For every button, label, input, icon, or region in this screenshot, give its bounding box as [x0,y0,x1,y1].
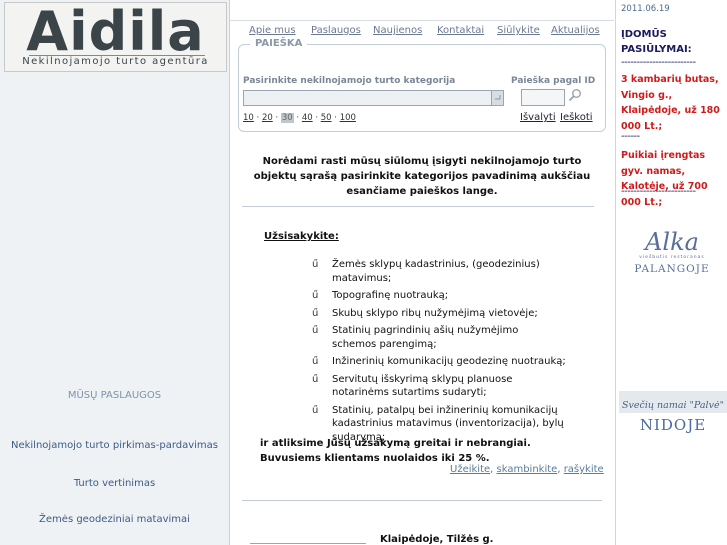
list-item: ű Servitutų išskyrimą sklypų planuose not… [312,373,513,399]
bullet-icon: ű [312,325,319,336]
divider [242,500,602,501]
id-search-label: Paieška pagal ID [511,76,596,86]
top-strip [230,0,614,21]
per-page-40[interactable]: 40 [302,113,313,123]
dash-divider: ------------------------ [621,57,696,68]
bullet-icon: ű [312,356,319,367]
palve-place[interactable]: NIDOJE [619,416,727,434]
category-label: Pasirinkite nekilnojamojo turto kategori… [243,76,456,86]
services-nav-title: MŪSŲ PASLAUGOS [67,390,162,401]
alka-banner[interactable]: Alka viešbutis restoranas PALANGOJE [619,228,725,278]
search-legend: PAIEŠKA [250,38,308,49]
left-sidebar: Aidila Nekilnojamojo turto agentūra MŪSŲ… [0,0,230,545]
palve-title: Svečių namai "Palvė" [622,400,724,411]
menu-offer[interactable]: Siūlykite [497,25,540,36]
clear-button[interactable]: Išvalyti [520,112,556,123]
accept-text: ir atliksime Jūsų užsakymą greitai ir ne… [260,438,531,464]
logo[interactable]: Aidila Nekilnojamojo turto agentūra [4,0,227,72]
nav-item-geodetic[interactable]: Žemės geodeziniai matavimai [0,514,229,525]
search-magnifier-icon[interactable] [568,88,582,102]
alka-tagline: viešbutis restoranas [639,255,705,260]
list-item: ű Statinių pagrindinių ašių nužymėjimo sc… [312,325,519,350]
dash-divider: ------------------------ [621,186,696,197]
menu-about[interactable]: Apie mus [249,25,296,36]
right-sidebar: 2011.06.19 ĮDOMŪS PASIŪLYMAI: ----------… [615,0,727,545]
bullet-icon: ű [312,290,319,301]
link-write[interactable]: rašykite [564,464,604,475]
logo-name: Aidila [26,0,205,63]
offer-apartment[interactable]: 3 kambarių butas, Vingio g., Klaipėdoje,… [621,72,725,134]
dash-divider: ------ [621,131,640,142]
list-item: ű Inžinerinių komunikacijų geodezinę nuot… [312,356,566,367]
offer-house[interactable]: Puikiai įrengtas gyv. namas, Kalotėje, u… [621,148,725,210]
contact-links: Užeikite, skambinkite, rašykite [450,464,604,475]
menu-services[interactable]: Paslaugos [311,25,361,36]
order-title: Užsisakykite: [264,231,339,242]
link-call[interactable]: skambinkite [497,464,558,475]
offers-heading: ĮDOMŪS PASIŪLYMAI: [621,29,692,55]
top-menu: Apie mus Paslaugos Naujienos Kontaktai S… [230,22,614,38]
divider [250,543,366,544]
link-visit[interactable]: Užeikite [450,464,490,475]
divider [242,206,594,207]
select-arrow-icon[interactable] [491,91,503,105]
list-item: ű Topografinę nuotrauką; [312,290,449,301]
alka-place: PALANGOJE [634,263,710,275]
per-page-selector: 10 · 20 · 30 · 40 · 50 · 100 [243,113,356,123]
nav-item-real-estate-sale[interactable]: Nekilnojamojo turto pirkimas-pardavimas [0,440,229,451]
category-select[interactable] [243,90,504,106]
list-item: ű Skubų sklypo ribų nužymėjimą vietovėje; [312,307,538,319]
services-list: ű Žemės sklypų kadastrinius, (geodezinius… [308,258,598,444]
intro-text: Norėdami rasti mūsų siūlomų įsigyti neki… [253,156,591,197]
menu-contacts[interactable]: Kontaktai [437,25,484,36]
menu-actualities[interactable]: Aktualijos [551,25,600,36]
per-page-10[interactable]: 10 [243,113,254,123]
palve-banner[interactable]: Svečių namai "Palvė" [619,391,727,413]
bullet-icon: ű [312,404,319,416]
bullet-icon: ű [312,259,319,270]
logo-subtitle: Nekilnojamojo turto agentūra [22,56,209,67]
menu-news[interactable]: Naujienos [373,25,422,36]
bullet-icon: ű [312,307,319,319]
bullet-icon: ű [312,373,319,385]
per-page-30-selected[interactable]: 30 [280,113,294,123]
main-content: Apie mus Paslaugos Naujienos Kontaktai S… [230,0,614,545]
listing-address: Klaipėdoje, Tilžės g. [380,534,494,545]
per-page-100[interactable]: 100 [340,113,356,123]
date-label: 2011.06.19 [621,4,670,14]
nav-item-valuation[interactable]: Turto vertinimas [0,478,229,489]
search-button[interactable]: Ieškoti [560,112,593,123]
id-input[interactable] [521,89,565,106]
per-page-50[interactable]: 50 [321,113,332,123]
per-page-20[interactable]: 20 [262,113,273,123]
list-item: ű Žemės sklypų kadastrinius, (geodezinius… [312,259,540,284]
alka-logo: Alka [645,228,699,256]
